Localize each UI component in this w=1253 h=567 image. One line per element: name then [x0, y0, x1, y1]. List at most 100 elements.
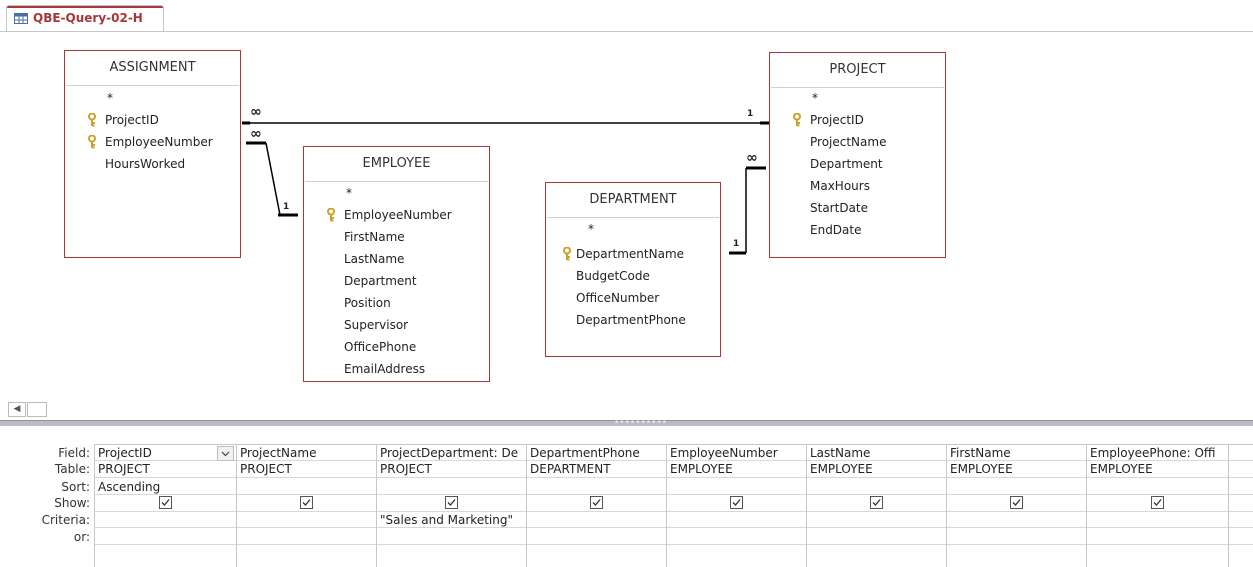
table-department[interactable]: DEPARTMENT * DepartmentName BudgetCode O…: [545, 182, 721, 357]
field-startdate[interactable]: StartDate: [770, 197, 945, 219]
grid-table-cell[interactable]: DEPARTMENT: [530, 461, 664, 477]
grid-field-cell[interactable]: EmployeeNumber: [670, 445, 804, 461]
field-lastname[interactable]: LastName: [304, 248, 489, 270]
table-project[interactable]: PROJECT * ProjectID ProjectName Departme…: [769, 52, 946, 258]
checkmark-icon: [732, 499, 741, 506]
grid-sort-cell[interactable]: Ascending: [98, 479, 234, 495]
row-label-table: Table:: [54, 462, 90, 476]
grid-or-cell[interactable]: [530, 529, 664, 545]
many-symbol-assignment-project: ∞: [250, 104, 262, 120]
show-checkbox[interactable]: [590, 496, 603, 509]
field-projectname[interactable]: ProjectName: [770, 131, 945, 153]
grid-or-cell[interactable]: [240, 529, 374, 545]
show-checkbox[interactable]: [300, 496, 313, 509]
field-position[interactable]: Position: [304, 292, 489, 314]
field-departmentphone[interactable]: DepartmentPhone: [546, 309, 720, 331]
field-projectid[interactable]: ProjectID: [770, 109, 945, 131]
grid-field-cell[interactable]: LastName: [810, 445, 944, 461]
grid-table-cell[interactable]: PROJECT: [380, 461, 524, 477]
grid-column-divider: [666, 444, 667, 567]
grid-field-cell[interactable]: DepartmentPhone: [530, 445, 664, 461]
grid-table-cell[interactable]: PROJECT: [240, 461, 374, 477]
checkmark-icon: [1153, 499, 1162, 506]
grid-criteria-cell[interactable]: [950, 512, 1084, 528]
show-checkbox[interactable]: [1010, 496, 1023, 509]
grid-field-cell[interactable]: EmployeePhone: Offi: [1090, 445, 1226, 461]
field-employeenumber[interactable]: EmployeeNumber: [304, 204, 489, 226]
grid-field-cell[interactable]: ProjectName: [240, 445, 374, 461]
field-officenumber[interactable]: OfficeNumber: [546, 287, 720, 309]
field-hoursworked[interactable]: HoursWorked: [65, 153, 240, 175]
field-all[interactable]: *: [770, 87, 945, 109]
grid-field-cell[interactable]: FirstName: [950, 445, 1084, 461]
field-emailaddress[interactable]: EmailAddress: [304, 358, 489, 380]
field-department[interactable]: Department: [770, 153, 945, 175]
field-maxhours[interactable]: MaxHours: [770, 175, 945, 197]
grid-table-cell[interactable]: EMPLOYEE: [950, 461, 1084, 477]
design-horizontal-scrollbar[interactable]: ◀: [0, 400, 1253, 420]
grid-field-cell[interactable]: ProjectID: [98, 445, 234, 461]
field-officephone[interactable]: OfficePhone: [304, 336, 489, 358]
grid-criteria-cell[interactable]: [240, 512, 374, 528]
show-checkbox[interactable]: [159, 496, 172, 509]
grid-sort-cell[interactable]: [380, 479, 524, 495]
one-symbol-employee: 1: [283, 202, 290, 212]
grid-column-divider: [806, 444, 807, 567]
show-checkbox[interactable]: [730, 496, 743, 509]
grid-criteria-cell[interactable]: [810, 512, 944, 528]
grid-or-cell[interactable]: [98, 529, 234, 545]
grid-criteria-cell[interactable]: [1090, 512, 1226, 528]
primary-key-icon: [793, 113, 801, 127]
grid-or-cell[interactable]: [1090, 529, 1226, 545]
row-label-or: or:: [73, 530, 90, 544]
field-all[interactable]: *: [546, 218, 720, 240]
grid-criteria-cell[interactable]: "Sales and Marketing": [380, 512, 524, 528]
grid-table-cell[interactable]: EMPLOYEE: [810, 461, 944, 477]
checkmark-icon: [161, 499, 170, 506]
grid-table-cell[interactable]: PROJECT: [98, 461, 234, 477]
show-checkbox[interactable]: [445, 496, 458, 509]
field-all[interactable]: *: [304, 182, 489, 204]
field-employeenumber[interactable]: EmployeeNumber: [65, 131, 240, 153]
grid-sort-cell[interactable]: [1090, 479, 1226, 495]
grid-sort-cell[interactable]: [810, 479, 944, 495]
field-budgetcode[interactable]: BudgetCode: [546, 265, 720, 287]
grid-or-cell[interactable]: [810, 529, 944, 545]
grid-field-cell[interactable]: ProjectDepartment: De: [380, 445, 524, 461]
query-design-surface[interactable]: ∞ 1 ∞ 1 ∞ 1 ASSIGNMENT * ProjectID Emplo…: [0, 32, 1253, 400]
field-all[interactable]: *: [65, 87, 240, 109]
field-enddate[interactable]: EndDate: [770, 219, 945, 241]
grid-or-cell[interactable]: [950, 529, 1084, 545]
show-checkbox[interactable]: [1151, 496, 1164, 509]
field-projectid[interactable]: ProjectID: [65, 109, 240, 131]
grid-sort-cell[interactable]: [950, 479, 1084, 495]
grid-table-cell[interactable]: EMPLOYEE: [670, 461, 804, 477]
primary-key-icon: [327, 208, 335, 222]
grid-sort-cell[interactable]: [670, 479, 804, 495]
grid-or-cell[interactable]: [380, 529, 524, 545]
field-department[interactable]: Department: [304, 270, 489, 292]
qbe-grid[interactable]: Field: Table: Sort: Show: Criteria: or: …: [0, 426, 1253, 567]
grid-or-cell[interactable]: [670, 529, 804, 545]
grid-table-cell[interactable]: EMPLOYEE: [1090, 461, 1226, 477]
query-tab[interactable]: QBE-Query-02-H: [6, 5, 164, 32]
grid-criteria-cell[interactable]: [670, 512, 804, 528]
grid-sort-cell[interactable]: [240, 479, 374, 495]
scroll-thumb[interactable]: [27, 402, 47, 417]
grid-criteria-cell[interactable]: [98, 512, 234, 528]
field-dropdown-button[interactable]: [217, 446, 234, 461]
scroll-left-button[interactable]: ◀: [8, 402, 26, 417]
field-supervisor[interactable]: Supervisor: [304, 314, 489, 336]
table-assignment[interactable]: ASSIGNMENT * ProjectID EmployeeNumber Ho…: [64, 50, 241, 258]
many-symbol-assignment-employee: ∞: [250, 126, 262, 142]
table-employee[interactable]: EMPLOYEE * EmployeeNumber FirstName Last…: [303, 146, 490, 382]
grid-criteria-cell[interactable]: [530, 512, 664, 528]
rel-assignment-employee[interactable]: [246, 141, 298, 217]
primary-key-icon: [88, 135, 96, 149]
checkmark-icon: [302, 499, 311, 506]
field-departmentname[interactable]: DepartmentName: [546, 243, 720, 265]
field-firstname[interactable]: FirstName: [304, 226, 489, 248]
one-symbol-department: 1: [733, 239, 740, 249]
grid-sort-cell[interactable]: [530, 479, 664, 495]
show-checkbox[interactable]: [870, 496, 883, 509]
